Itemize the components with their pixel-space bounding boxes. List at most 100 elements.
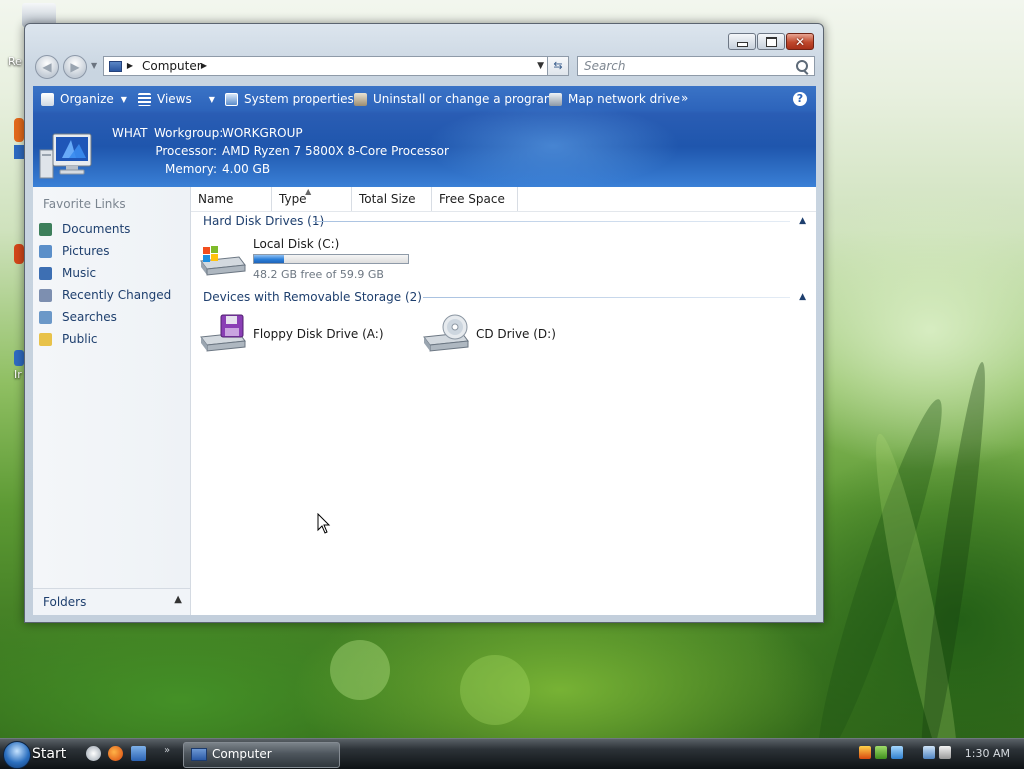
processor-value: AMD Ryzen 7 5800X 8-Core Processor bbox=[222, 144, 449, 158]
group-collapse-icon[interactable]: ▲ bbox=[799, 292, 806, 302]
recently-changed-icon bbox=[39, 288, 52, 302]
close-icon: ✕ bbox=[794, 34, 806, 49]
breadcrumb-chevron-icon[interactable]: ▶ bbox=[198, 58, 210, 74]
drive-item-local-disk[interactable]: Local Disk (C:) 48.2 GB free of 59.9 GB bbox=[199, 237, 429, 283]
computer-large-icon bbox=[39, 133, 92, 179]
more-commands-button[interactable]: » bbox=[681, 91, 688, 105]
pictures-icon bbox=[39, 244, 52, 258]
bokeh-spot bbox=[460, 655, 530, 725]
network-icon[interactable] bbox=[923, 746, 935, 759]
organize-label: Organize bbox=[60, 92, 114, 106]
views-button[interactable]: Views ▼ bbox=[138, 92, 215, 106]
breadcrumb-chevron-icon[interactable]: ▶ bbox=[124, 58, 136, 74]
group-divider bbox=[313, 221, 790, 222]
forward-arrow-icon: ▶ bbox=[70, 60, 80, 74]
search-icon[interactable] bbox=[796, 60, 808, 72]
desktop-icon-label: Ir bbox=[14, 368, 22, 381]
views-label: Views bbox=[157, 92, 192, 106]
column-header-total-size[interactable]: Total Size bbox=[352, 187, 432, 211]
volume-muted-icon[interactable] bbox=[939, 746, 951, 759]
drive-name: Local Disk (C:) bbox=[253, 237, 340, 251]
favorite-link-pictures[interactable]: Pictures bbox=[39, 241, 110, 261]
close-button[interactable]: ✕ bbox=[786, 33, 814, 50]
favorite-link-recently-changed[interactable]: Recently Changed bbox=[39, 285, 171, 305]
memory-value: 4.00 GB bbox=[222, 162, 271, 176]
group-header-removable[interactable]: Devices with Removable Storage (2) bbox=[203, 290, 422, 304]
column-header-label: Total Size bbox=[359, 192, 416, 206]
organize-icon bbox=[41, 92, 54, 106]
folders-toggle[interactable]: Folders ▲ bbox=[33, 588, 190, 615]
map-network-drive-button[interactable]: Map network drive bbox=[549, 92, 680, 106]
update-icon[interactable] bbox=[875, 746, 887, 759]
navigation-pane: Favorite Links Documents Pictures Music … bbox=[33, 187, 191, 615]
drive-item-cd[interactable]: CD Drive (D:) bbox=[422, 311, 622, 357]
system-properties-icon bbox=[225, 92, 238, 106]
workgroup-value: WORKGROUP bbox=[222, 126, 303, 140]
computer-window[interactable]: ✕ ◀ ▶ ▼ ▶ Computer ▶ ▼ ⇆ Search Organize… bbox=[24, 23, 824, 623]
address-bar[interactable]: ▶ Computer ▶ ▼ bbox=[103, 56, 567, 76]
bokeh-spot bbox=[330, 640, 390, 700]
show-desktop-icon[interactable] bbox=[86, 746, 101, 761]
system-properties-button[interactable]: System properties bbox=[225, 92, 354, 106]
search-input[interactable]: Search bbox=[577, 56, 815, 76]
uninstall-program-icon bbox=[354, 92, 367, 106]
views-icon bbox=[138, 92, 151, 106]
column-header-type[interactable]: ▲ Type bbox=[272, 187, 352, 211]
desktop-app-icon[interactable] bbox=[14, 244, 24, 264]
drive-item-floppy[interactable]: Floppy Disk Drive (A:) bbox=[199, 311, 399, 357]
desktop-app-icon[interactable] bbox=[14, 145, 24, 159]
sort-ascending-icon: ▲ bbox=[305, 187, 312, 196]
processor-label: Processor: bbox=[155, 144, 217, 158]
maximize-button[interactable] bbox=[757, 33, 785, 50]
navigation-bar: ◀ ▶ ▼ ▶ Computer ▶ ▼ ⇆ Search bbox=[33, 54, 815, 80]
address-dropdown-icon[interactable]: ▼ bbox=[537, 58, 544, 74]
column-header-name[interactable]: Name bbox=[191, 187, 272, 211]
favorite-link-searches[interactable]: Searches bbox=[39, 307, 117, 327]
column-header-label: Type bbox=[279, 192, 307, 206]
favorite-link-label: Documents bbox=[62, 222, 131, 236]
taskbar: Start » Computer 1:30 AM bbox=[0, 738, 1024, 769]
security-shield-icon[interactable] bbox=[859, 746, 871, 759]
favorite-link-label: Public bbox=[62, 332, 98, 346]
minimize-button[interactable] bbox=[728, 33, 756, 50]
computer-icon bbox=[109, 61, 122, 72]
chevron-down-icon: ▼ bbox=[120, 94, 127, 104]
uninstall-program-button[interactable]: Uninstall or change a program bbox=[354, 92, 556, 106]
clock[interactable]: 1:30 AM bbox=[965, 747, 1010, 760]
switch-windows-icon[interactable] bbox=[131, 746, 146, 761]
taskbar-button-computer[interactable]: Computer bbox=[183, 742, 340, 768]
desktop-app-icon[interactable] bbox=[14, 118, 24, 142]
recent-pages-dropdown[interactable]: ▼ bbox=[91, 61, 97, 70]
favorite-link-public[interactable]: Public bbox=[39, 329, 98, 349]
quick-launch-overflow-icon[interactable]: » bbox=[164, 745, 170, 756]
firefox-icon[interactable] bbox=[108, 746, 123, 761]
memory-label: Memory: bbox=[165, 162, 217, 176]
favorite-link-documents[interactable]: Documents bbox=[39, 219, 130, 239]
desktop-app-icon[interactable] bbox=[14, 350, 24, 366]
help-button[interactable]: ? bbox=[793, 92, 807, 106]
favorite-link-music[interactable]: Music bbox=[39, 263, 96, 283]
refresh-button[interactable]: ⇆ bbox=[547, 56, 569, 76]
column-header-label: Name bbox=[198, 192, 234, 206]
forward-button[interactable]: ▶ bbox=[63, 55, 87, 79]
group-collapse-icon[interactable]: ▲ bbox=[799, 216, 806, 226]
cd-drive-icon bbox=[423, 314, 469, 352]
back-button[interactable]: ◀ bbox=[35, 55, 59, 79]
drive-name: Floppy Disk Drive (A:) bbox=[253, 327, 384, 341]
command-and-details-pane: Organize ▼ Views ▼ System properties Unins… bbox=[33, 86, 816, 187]
start-button[interactable]: Start bbox=[0, 740, 78, 769]
drive-name: CD Drive (D:) bbox=[476, 327, 556, 341]
map-network-drive-label: Map network drive bbox=[568, 92, 681, 106]
favorite-link-label: Searches bbox=[62, 310, 117, 324]
group-divider bbox=[423, 297, 790, 298]
hard-drive-icon bbox=[200, 246, 246, 276]
organize-button[interactable]: Organize ▼ bbox=[41, 92, 127, 106]
column-header-free-space[interactable]: Free Space bbox=[432, 187, 518, 211]
favorite-link-label: Recently Changed bbox=[62, 288, 172, 302]
tray-app-icon[interactable] bbox=[891, 746, 903, 759]
breadcrumb-computer[interactable]: Computer bbox=[142, 59, 202, 73]
computer-name: WHAT bbox=[112, 126, 148, 140]
group-header-hard-disks[interactable]: Hard Disk Drives (1) bbox=[203, 214, 324, 228]
system-properties-label: System properties bbox=[244, 92, 354, 106]
system-tray: 1:30 AM bbox=[855, 742, 1024, 766]
